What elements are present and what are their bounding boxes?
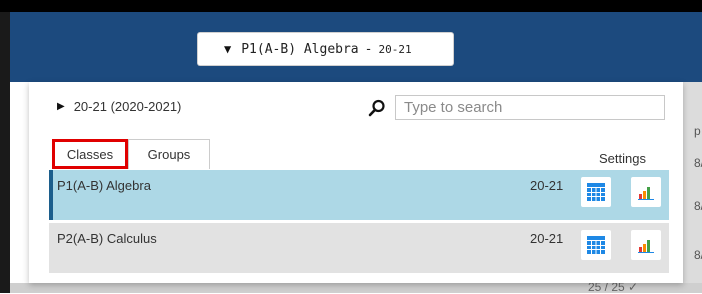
background-peek-text: p: [694, 124, 701, 138]
gradebook-grid-icon: [587, 236, 605, 254]
school-year-label: 20-21 (2020-2021): [73, 99, 182, 114]
class-row-name: P1(A-B) Algebra: [57, 178, 151, 193]
settings-column-header: Settings: [599, 151, 646, 166]
class-selector-year: 20-21: [378, 42, 412, 56]
top-frame-edge: [0, 0, 702, 12]
class-picker-panel: ▶ 20-21 (2020-2021) Classes Groups Setti…: [29, 82, 683, 283]
chart-settings-button[interactable]: [631, 230, 661, 260]
class-selector-name: P1(A-B) Algebra: [241, 41, 359, 57]
background-peek-text: 8/: [694, 248, 702, 262]
search-icon[interactable]: [368, 99, 386, 117]
class-selector-separator: -: [364, 41, 373, 57]
caret-down-icon: ▼: [224, 42, 232, 56]
class-row[interactable]: P2(A-B) Calculus 20-21: [49, 223, 669, 273]
class-row-year: 20-21: [530, 178, 564, 193]
class-selector-dropdown[interactable]: ▼ P1(A-B) Algebra - 20-21: [198, 33, 453, 65]
caret-right-icon: ▶: [57, 101, 65, 112]
class-row-year: 20-21: [530, 231, 564, 246]
bar-chart-icon: [638, 240, 654, 253]
background-bottom-peek: 25 / 25 ✓: [10, 280, 702, 294]
class-row[interactable]: P1(A-B) Algebra 20-21: [49, 170, 669, 220]
left-frame-edge: [0, 12, 10, 293]
bar-chart-icon: [638, 187, 654, 200]
gradebook-grid-button[interactable]: [581, 177, 611, 207]
background-peek-text: 8/: [694, 199, 702, 213]
gradebook-grid-icon: [587, 183, 605, 201]
tab-groups[interactable]: Groups: [128, 139, 210, 169]
class-row-name: P2(A-B) Calculus: [57, 231, 157, 246]
gradebook-grid-button[interactable]: [581, 230, 611, 260]
school-year-toggle[interactable]: ▶ 20-21 (2020-2021): [57, 99, 181, 114]
background-peek-text: 8/: [694, 156, 702, 170]
tab-classes[interactable]: Classes: [52, 139, 128, 169]
search-input[interactable]: [395, 95, 665, 120]
chart-settings-button[interactable]: [631, 177, 661, 207]
